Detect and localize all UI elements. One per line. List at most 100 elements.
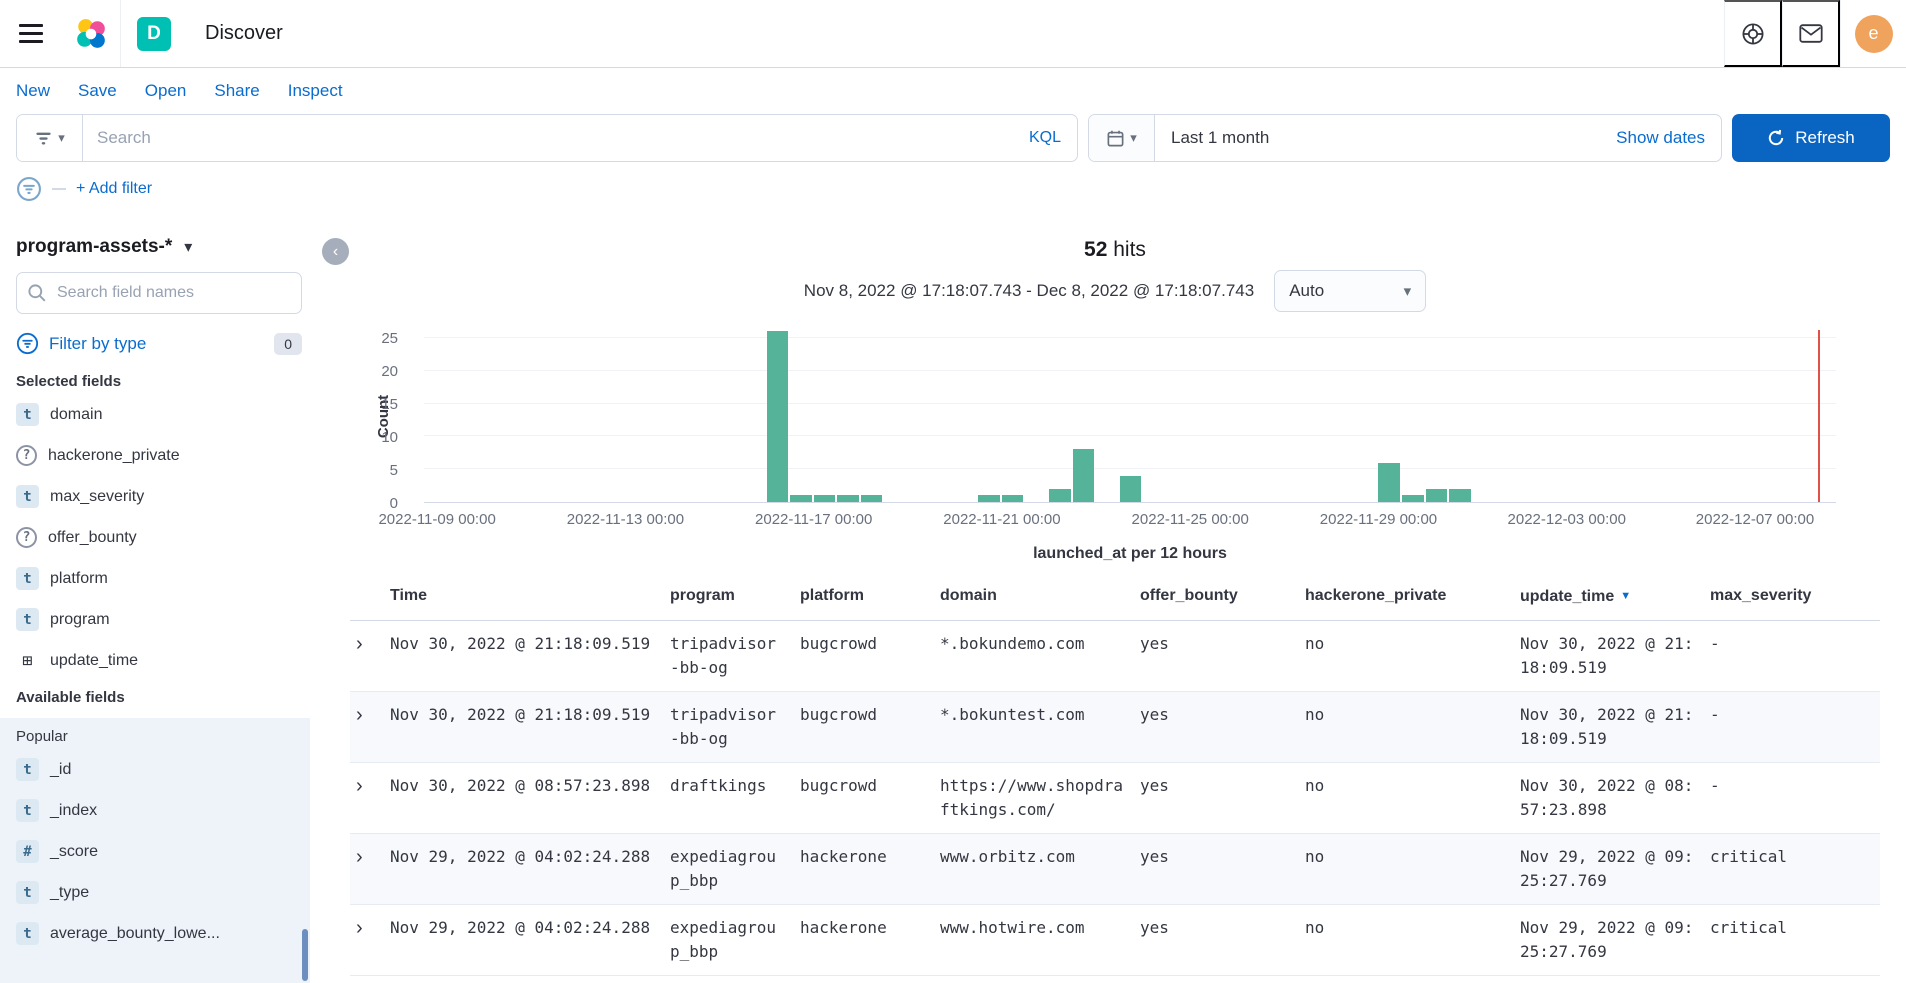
- field-item[interactable]: # _score: [16, 831, 302, 872]
- field-item[interactable]: t _id: [16, 749, 302, 790]
- histogram-bar[interactable]: [1402, 495, 1424, 502]
- interval-select[interactable]: Auto ▾: [1274, 270, 1426, 312]
- field-item[interactable]: t program: [16, 599, 302, 640]
- gridline: [424, 435, 1836, 436]
- refresh-icon: [1767, 129, 1785, 147]
- histogram-bar[interactable]: [837, 495, 859, 502]
- column-header-platform[interactable]: platform: [800, 573, 940, 619]
- cell-max-severity: -: [1710, 621, 1860, 667]
- nav-link[interactable]: New: [16, 81, 50, 101]
- field-item[interactable]: t domain: [16, 394, 302, 435]
- saved-query-menu-button[interactable]: ▾: [17, 115, 83, 161]
- user-avatar[interactable]: e: [1840, 0, 1906, 67]
- cell-time: Nov 29, 2022 @ 04:02:24.288: [390, 905, 670, 951]
- sidebar-scrollbar[interactable]: [302, 929, 308, 981]
- filter-by-type-button[interactable]: Filter by type 0: [16, 326, 302, 365]
- y-tick-label: 5: [390, 462, 398, 479]
- expand-row-icon[interactable]: ›: [350, 632, 363, 656]
- table-row[interactable]: › Nov 29, 2022 @ 04:02:24.288 expediagro…: [350, 905, 1880, 976]
- nav-link[interactable]: Save: [78, 81, 117, 101]
- histogram-bar[interactable]: [1073, 449, 1095, 502]
- newsfeed-icon[interactable]: [1782, 0, 1840, 67]
- elastic-logo[interactable]: [62, 0, 120, 67]
- field-item[interactable]: t _type: [16, 872, 302, 913]
- menu-hamburger-icon[interactable]: [0, 0, 62, 67]
- documents-table: Time program platform domain offer_bount…: [350, 573, 1880, 976]
- chevron-down-icon: ▾: [58, 130, 65, 146]
- show-dates-button[interactable]: Show dates: [1616, 128, 1721, 148]
- expand-row-icon[interactable]: ›: [350, 845, 363, 869]
- chevron-down-icon: ▾: [184, 237, 192, 257]
- index-pattern-name: program-assets-*: [16, 236, 172, 258]
- table-row[interactable]: › Nov 30, 2022 @ 21:18:09.519 tripadviso…: [350, 692, 1880, 763]
- expand-row-icon[interactable]: ›: [350, 703, 363, 727]
- column-header-offer-bounty[interactable]: offer_bounty: [1140, 573, 1305, 619]
- field-type-icon: t: [16, 485, 39, 508]
- histogram-bar[interactable]: [790, 495, 812, 502]
- field-type-icon: t: [16, 758, 39, 781]
- table-row[interactable]: › Nov 30, 2022 @ 21:18:09.519 tripadviso…: [350, 621, 1880, 692]
- x-tick-label: 2022-11-29 00:00: [1320, 511, 1437, 528]
- cell-offer-bounty: yes: [1140, 621, 1305, 667]
- field-type-icon: t: [16, 608, 39, 631]
- query-bar: ▾ KQL: [16, 114, 1078, 162]
- gridline: [424, 337, 1836, 338]
- table-row[interactable]: › Nov 29, 2022 @ 04:02:24.288 expediagro…: [350, 834, 1880, 905]
- histogram-bar[interactable]: [1002, 495, 1024, 502]
- cell-time: Nov 30, 2022 @ 08:57:23.898: [390, 763, 670, 809]
- cell-offer-bounty: yes: [1140, 905, 1305, 951]
- table-row[interactable]: › Nov 30, 2022 @ 08:57:23.898 draftkings…: [350, 763, 1880, 834]
- field-item[interactable]: ⊞ update_time: [16, 640, 302, 681]
- field-name: update_time: [50, 652, 138, 670]
- discover-action-links: New Save Open Share Inspect: [0, 68, 1906, 112]
- query-language-button[interactable]: KQL: [1013, 129, 1077, 147]
- column-header-time[interactable]: Time: [390, 573, 670, 619]
- date-quick-menu-button[interactable]: ▾: [1089, 115, 1155, 161]
- nav-link[interactable]: Open: [145, 81, 187, 101]
- column-header-hackerone-private[interactable]: hackerone_private: [1305, 573, 1520, 619]
- histogram-bar[interactable]: [1120, 476, 1142, 502]
- histogram-bar[interactable]: [1426, 489, 1448, 502]
- nav-link[interactable]: Inspect: [288, 81, 343, 101]
- field-search-input[interactable]: [16, 272, 302, 314]
- column-header-max-severity[interactable]: max_severity: [1710, 573, 1860, 619]
- histogram-bar[interactable]: [1049, 489, 1071, 502]
- field-type-icon: ?: [16, 445, 37, 466]
- field-item[interactable]: ? offer_bounty: [16, 517, 302, 558]
- cell-max-severity: critical: [1710, 905, 1860, 951]
- histogram-chart: Count 0510152025 2022-11-09 00:002022-11…: [350, 328, 1836, 573]
- histogram-bar[interactable]: [767, 331, 789, 502]
- histogram-bar[interactable]: [814, 495, 836, 502]
- field-item[interactable]: t platform: [16, 558, 302, 599]
- field-item[interactable]: t average_bounty_lowe...: [16, 913, 302, 954]
- column-header-program[interactable]: program: [670, 573, 800, 619]
- field-item[interactable]: ? hackerone_private: [16, 435, 302, 476]
- filter-circle-icon[interactable]: [16, 176, 42, 202]
- space-badge[interactable]: D: [137, 17, 171, 51]
- column-header-domain[interactable]: domain: [940, 573, 1140, 619]
- histogram-bar[interactable]: [1449, 489, 1471, 502]
- add-filter-button[interactable]: + Add filter: [76, 180, 152, 198]
- histogram-bar[interactable]: [978, 495, 1000, 502]
- search-input[interactable]: [83, 115, 1013, 161]
- collapse-sidebar-button[interactable]: ‹: [322, 238, 349, 265]
- field-item[interactable]: t max_severity: [16, 476, 302, 517]
- filter-by-type-icon: [16, 332, 39, 355]
- help-icon[interactable]: [1724, 0, 1782, 67]
- expand-row-icon[interactable]: ›: [350, 774, 363, 798]
- histogram-bar[interactable]: [861, 495, 883, 502]
- cell-time: Nov 30, 2022 @ 21:18:09.519: [390, 621, 670, 667]
- expand-row-icon[interactable]: ›: [350, 916, 363, 940]
- field-type-icon: t: [16, 922, 39, 945]
- x-tick-label: 2022-11-13 00:00: [567, 511, 684, 528]
- refresh-button[interactable]: Refresh: [1732, 114, 1890, 162]
- index-pattern-selector[interactable]: program-assets-* ▾: [16, 228, 302, 272]
- histogram-bar[interactable]: [1378, 463, 1400, 502]
- column-header-update-time[interactable]: update_time▼: [1520, 573, 1710, 620]
- field-item[interactable]: t _index: [16, 790, 302, 831]
- field-name: _id: [50, 761, 71, 779]
- popular-fields-section: Popular t _id t _index # _score: [0, 718, 310, 983]
- date-range-value[interactable]: Last 1 month: [1155, 128, 1616, 148]
- nav-link[interactable]: Share: [214, 81, 259, 101]
- cell-domain: *.bokuntest.com: [940, 692, 1140, 738]
